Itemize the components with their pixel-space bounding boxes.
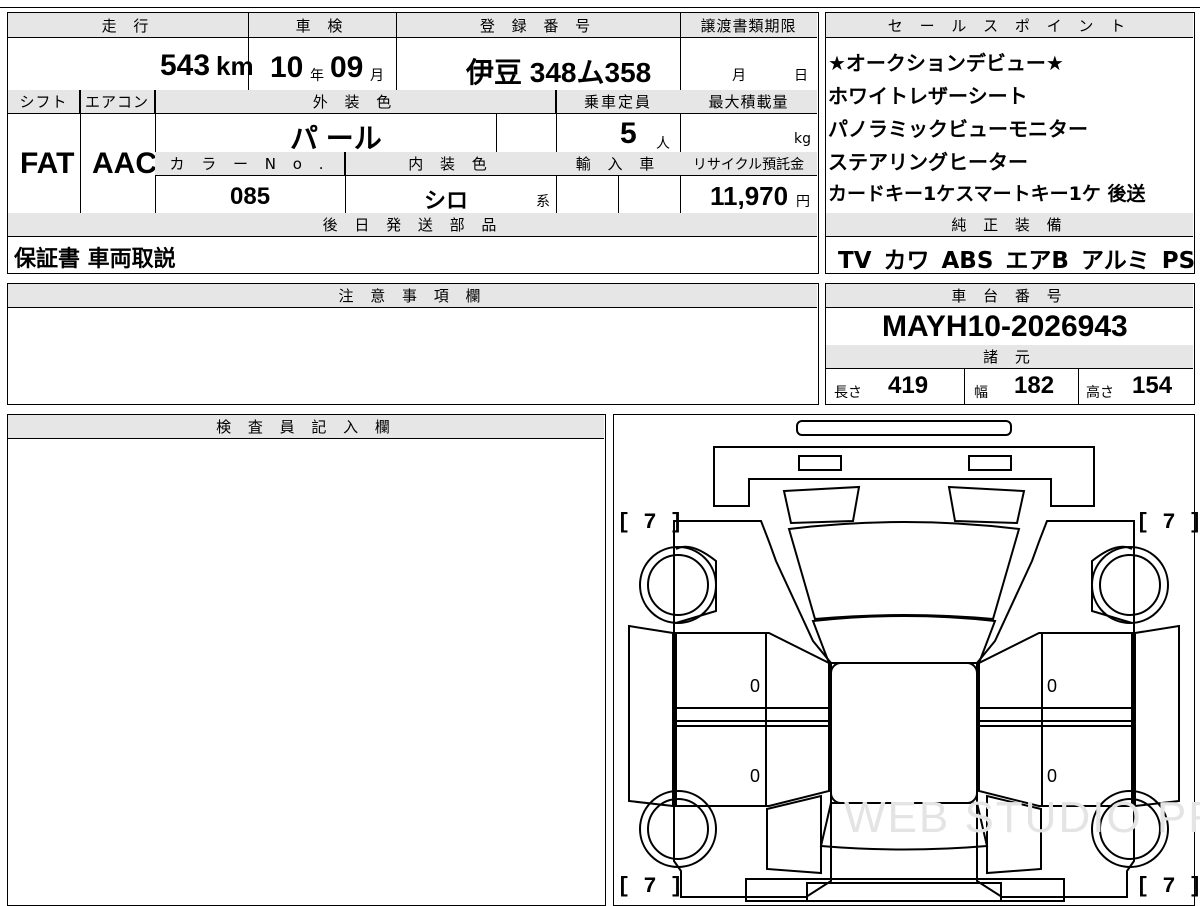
mileage-unit: km	[216, 51, 254, 81]
transfer-deadline-header: 譲渡書類期限	[680, 13, 817, 38]
sales-point-line: ステアリングヒーター	[828, 150, 1028, 174]
inspector-box: 検 査 員 記 入 欄	[7, 414, 606, 906]
inspection-month-unit: 月	[370, 68, 384, 84]
specs-header: 諸 元	[826, 345, 1193, 369]
width-value: 182	[1014, 372, 1055, 399]
standard-equipment-item: PS	[1161, 248, 1196, 274]
standard-equipment-item: カワ	[883, 248, 930, 274]
inspector-header: 検 査 員 記 入 欄	[8, 415, 604, 439]
max-load-unit: kg	[794, 131, 811, 147]
standard-equipment-header: 純 正 装 備	[826, 213, 1193, 237]
length-value: 419	[888, 372, 929, 399]
tire-rear-left-depth: [ 7 ]	[617, 874, 684, 899]
recycle-header: リサイクル預託金	[680, 152, 817, 176]
door-mark-rear-left: 0	[750, 766, 761, 786]
capacity-header: 乗車定員	[556, 90, 680, 114]
door-mark-front-right: 0	[1047, 676, 1058, 696]
chassis-header: 車 台 番 号	[826, 284, 1193, 308]
shift-header: シフト	[8, 90, 80, 114]
interior-color-value: シロ	[424, 188, 469, 213]
vehicle-info-table: 走 行 車 検 登 録 番 号 譲渡書類期限 543 km 10 年 09 月 …	[7, 12, 819, 274]
exterior-color-value: パ ール	[290, 123, 382, 154]
length-label: 長さ	[834, 385, 862, 401]
max-load-header: 最大積載量	[680, 90, 817, 114]
transfer-day-unit: 日	[794, 68, 808, 84]
recycle-value: 11,970	[710, 181, 789, 211]
color-no-header: カ ラ ー N o .	[155, 152, 345, 176]
height-value: 154	[1132, 372, 1173, 399]
sales-points-header: セ ー ル ス ポ イ ン ト	[826, 13, 1193, 38]
aircon-value: AAC	[92, 147, 157, 180]
standard-equipment-item: ABS	[941, 248, 994, 274]
notes-header: 注 意 事 項 欄	[8, 284, 817, 308]
shift-value: FAT	[20, 147, 75, 180]
registration-number: 伊豆 348ム358	[466, 57, 652, 88]
recycle-unit: 円	[796, 194, 810, 210]
registration-header: 登 録 番 号	[396, 13, 680, 38]
door-mark-front-left: 0	[750, 676, 761, 696]
standard-equipment-item: エアB	[1005, 248, 1069, 274]
standard-equipment-item: TV	[838, 248, 872, 274]
mileage-value: 543	[160, 49, 211, 82]
inspection-header: 車 検	[248, 13, 396, 38]
width-label: 幅	[974, 385, 988, 401]
interior-color-header: 内 装 色	[345, 152, 556, 176]
import-header: 輸 入 車	[556, 152, 680, 176]
standard-equipment-item: アルミ	[1080, 248, 1150, 274]
later-parts-value: 保証書 車両取説	[14, 247, 176, 272]
color-no-value: 085	[230, 183, 271, 210]
later-parts-header: 後 日 発 送 部 品	[8, 213, 817, 237]
tire-front-left-depth: [ 7 ]	[617, 510, 684, 535]
transfer-month-unit: 月	[732, 68, 746, 84]
sales-point-line: カードキー1ケスマートキー1ケ 後送	[828, 183, 1146, 205]
aircon-header: エアコン	[80, 90, 155, 114]
notes-box: 注 意 事 項 欄	[7, 283, 819, 405]
height-label: 高さ	[1086, 385, 1114, 401]
inspection-month: 09	[330, 51, 364, 84]
inspection-year-unit: 年	[310, 68, 324, 84]
car-diagram-box: WEB STUDIO PRO	[613, 414, 1200, 906]
tire-front-right-depth: [ 7 ]	[1136, 510, 1200, 535]
exterior-color-header: 外 装 色	[155, 90, 556, 114]
diagram-watermark: WEB STUDIO PRO	[844, 793, 1200, 842]
door-mark-rear-right: 0	[1047, 766, 1058, 786]
chassis-specs-box: 車 台 番 号 MAYH10-2026943 諸 元 長さ 419 幅 182 …	[825, 283, 1195, 405]
capacity-value: 5	[620, 117, 637, 150]
tire-rear-right-depth: [ 7 ]	[1136, 874, 1200, 899]
sales-point-line: ホワイトレザーシート	[828, 84, 1028, 108]
capacity-unit: 人	[656, 136, 670, 152]
chassis-number: MAYH10-2026943	[882, 310, 1128, 343]
top-cutoff-strip	[0, 0, 1200, 8]
sales-point-line: ★オークションデビュー★	[828, 51, 1064, 75]
standard-equipment-list: TVカワABSエアBアルミPSPW	[838, 241, 1200, 275]
mileage-header: 走 行	[8, 13, 248, 38]
sales-point-line: パノラミックビューモニター	[828, 117, 1088, 141]
interior-color-suffix: 系	[536, 194, 550, 210]
inspection-year: 10	[270, 51, 304, 84]
